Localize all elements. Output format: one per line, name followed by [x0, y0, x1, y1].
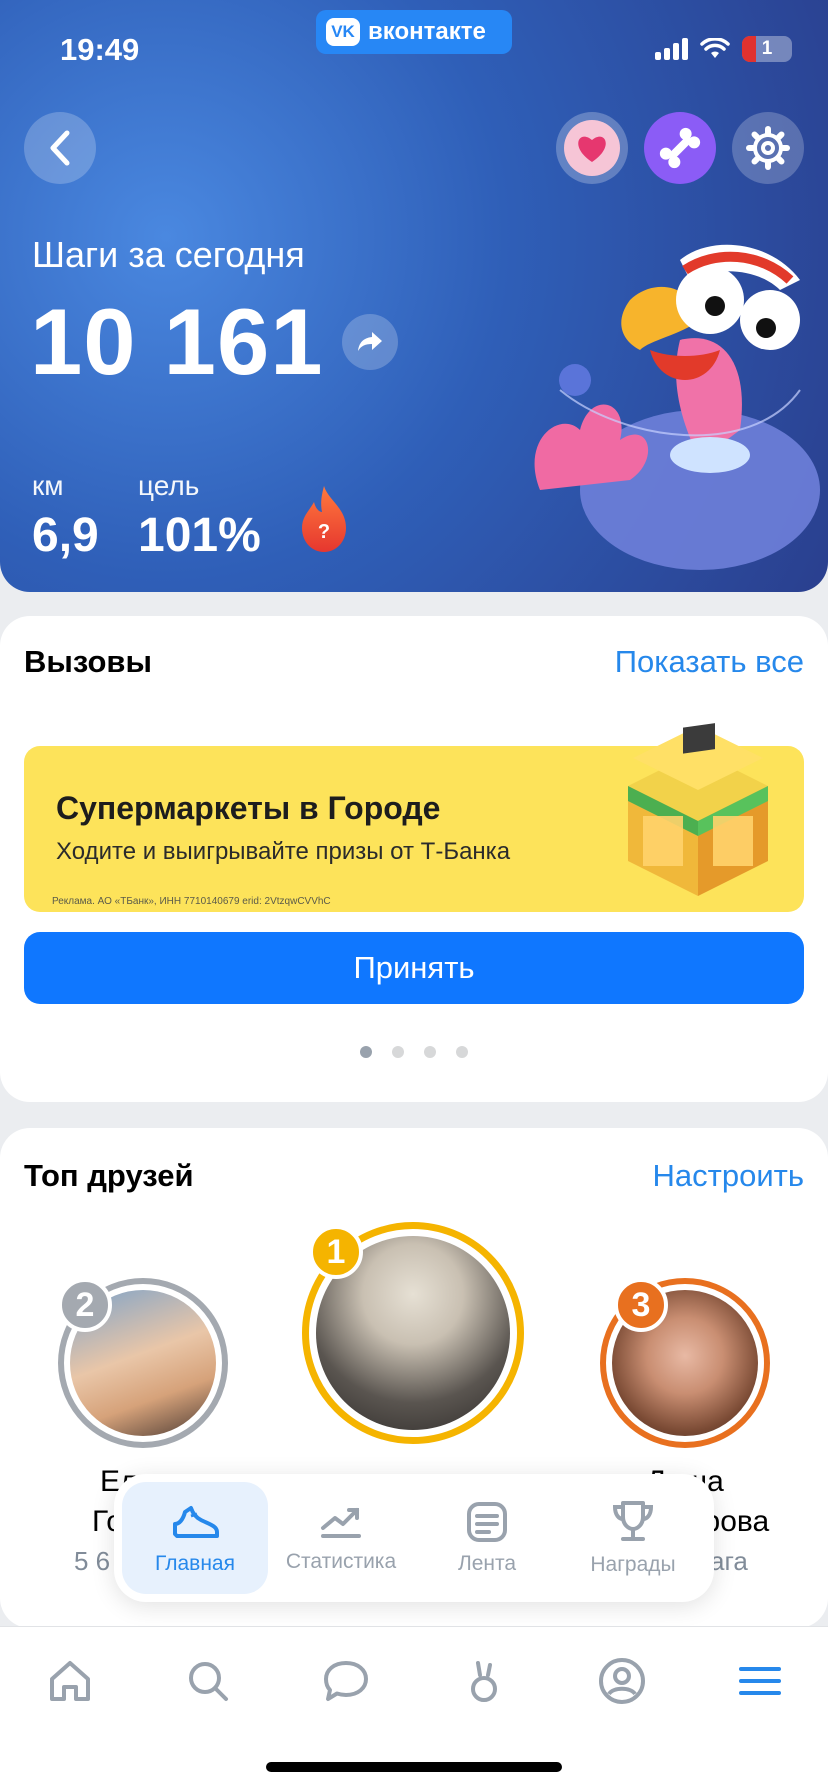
top-friends-title: Топ друзей [24, 1158, 194, 1193]
friend-item[interactable]: 1 [302, 1222, 524, 1444]
promo-title: Супермаркеты в Городе [56, 790, 441, 826]
pet-bone-button[interactable] [644, 112, 716, 184]
rank-badge: 2 [58, 1278, 112, 1332]
app-pill-label: вконтакте [368, 18, 486, 45]
tab-label: Статистика [285, 1550, 397, 1573]
promo-subtitle: Ходите и выигрывайте призы от Т-Банка [56, 838, 511, 865]
search-icon [189, 1662, 228, 1701]
friend-item[interactable]: 3 [600, 1278, 770, 1448]
menu-icon [739, 1667, 781, 1695]
avatar-ring: 2 [58, 1278, 228, 1448]
tab-home[interactable]: Главная [122, 1482, 268, 1594]
heart-icon [578, 136, 606, 162]
rank-badge: 1 [309, 1225, 363, 1279]
promo-banner[interactable]: Супермаркеты в Городе Ходите и выигрывай… [24, 723, 804, 912]
feed-icon [467, 1502, 507, 1542]
distance-label: км [32, 470, 64, 501]
vk-logo-icon: VK [326, 18, 360, 46]
health-button[interactable] [556, 112, 628, 184]
carousel-dot[interactable] [424, 1046, 436, 1058]
nav-home[interactable] [40, 1651, 100, 1711]
trophy-icon [612, 1501, 654, 1541]
carousel-dot[interactable] [392, 1046, 404, 1058]
promo-legal-text: Реклама. АО «ТБанк», ИНН 7710140679 erid… [52, 896, 331, 907]
tab-label: Награды [590, 1553, 676, 1576]
clips-icon [471, 1661, 497, 1702]
wifi-icon [700, 38, 730, 58]
home-icon [50, 1661, 90, 1701]
status-icons: 1 [655, 36, 792, 62]
settings-button[interactable] [732, 112, 804, 184]
nav-clips[interactable] [454, 1651, 514, 1711]
carousel-dots [0, 1046, 828, 1058]
sneaker-icon [173, 1506, 219, 1538]
tab-awards[interactable]: Награды [560, 1482, 706, 1594]
turkey-mascot-illustration [534, 244, 820, 570]
home-indicator [266, 1762, 562, 1772]
battery-icon: 1 [742, 36, 792, 62]
goal-stat: цель 101% [138, 470, 261, 563]
trend-chart-icon [321, 1508, 361, 1538]
tab-label: Главная [155, 1552, 235, 1575]
avatar-ring: 1 [302, 1222, 524, 1444]
steps-header: 19:49 VK вконтакте 1 Шаги за сегодня 10 … [0, 0, 828, 592]
rank-badge: 3 [614, 1278, 668, 1332]
steps-count: 10 161 [30, 289, 324, 394]
goal-label: цель [138, 470, 200, 501]
vk-app-pill[interactable]: VK вконтакте [316, 10, 512, 54]
challenges-title: Вызовы [24, 644, 152, 679]
status-time: 19:49 [60, 32, 140, 67]
streak-flame-icon[interactable]: ? [296, 484, 352, 554]
nav-menu[interactable] [730, 1651, 790, 1711]
profile-icon [599, 1658, 645, 1704]
avatar-ring: 3 [600, 1278, 770, 1448]
share-arrow-icon [358, 332, 382, 351]
challenges-card: Вызовы Показать все Супермаркеты в Город… [0, 616, 828, 1102]
tab-feed[interactable]: Лента [414, 1482, 560, 1594]
nav-profile[interactable] [592, 1651, 652, 1711]
back-button[interactable] [24, 112, 96, 184]
chat-icon [324, 1661, 368, 1701]
store-illustration [628, 723, 768, 896]
carousel-dot[interactable] [456, 1046, 468, 1058]
steps-title: Шаги за сегодня [32, 234, 305, 275]
distance-stat: км 6,9 [32, 470, 99, 563]
distance-value: 6,9 [32, 509, 99, 562]
bone-icon [659, 127, 701, 169]
show-all-link[interactable]: Показать все [615, 644, 804, 680]
svg-text:?: ? [318, 521, 330, 543]
accept-button[interactable]: Принять [24, 932, 804, 1004]
share-button[interactable] [342, 314, 398, 370]
nav-search[interactable] [178, 1651, 238, 1711]
tab-statistics[interactable]: Статистика [268, 1482, 414, 1594]
nav-messages[interactable] [316, 1651, 376, 1711]
friend-item[interactable]: 2 [58, 1278, 228, 1448]
carousel-dot[interactable] [360, 1046, 372, 1058]
chevron-left-icon [50, 130, 70, 166]
cellular-signal-icon [655, 38, 688, 60]
configure-link[interactable]: Настроить [653, 1158, 804, 1194]
gear-icon [746, 126, 790, 170]
tab-label: Лента [457, 1552, 517, 1575]
steps-tab-bar: Главная Статистика Лента Награды [114, 1474, 714, 1602]
goal-value: 101% [138, 509, 261, 562]
